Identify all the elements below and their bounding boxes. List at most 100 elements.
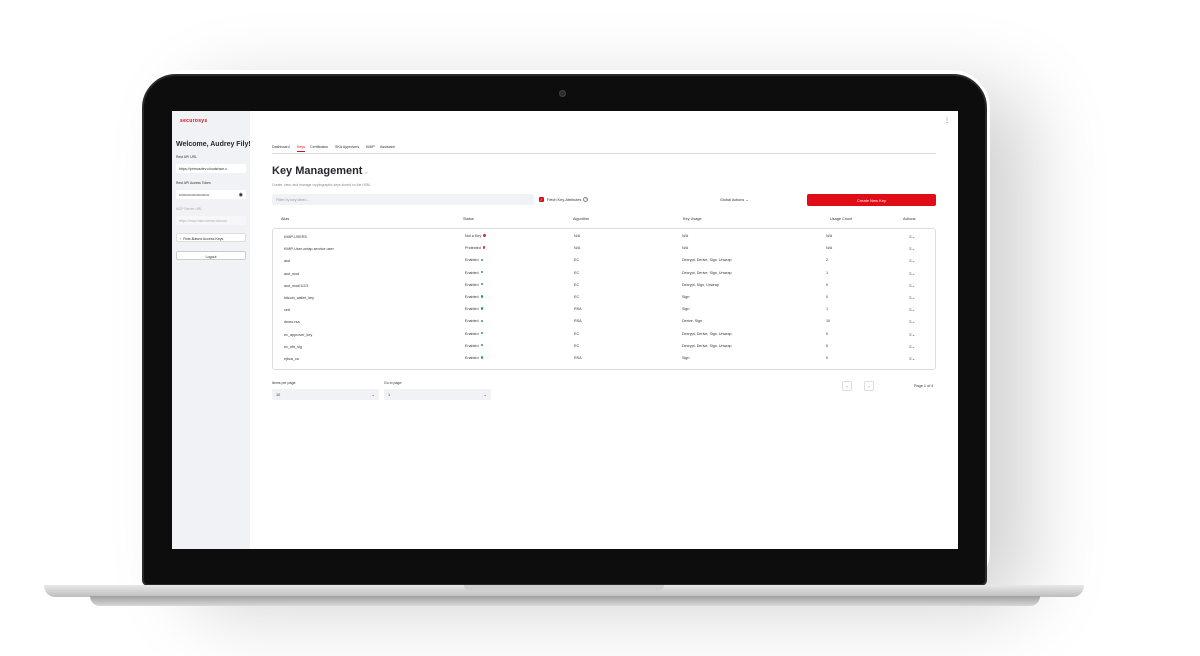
fetch-attributes-label: Fetch Key-Attributes? bbox=[547, 197, 589, 202]
header-status[interactable]: Status bbox=[463, 217, 474, 221]
row-actions-menu-icon[interactable]: ≡⌄ bbox=[909, 307, 915, 313]
cell-status-text: Enabled bbox=[465, 270, 479, 275]
items-per-page-select[interactable]: 10 ⌄ bbox=[272, 389, 379, 400]
row-actions-menu-icon[interactable]: ≡⌄ bbox=[909, 246, 915, 252]
link-icon[interactable]: ∞ bbox=[364, 170, 367, 175]
tab-bar: Dashboard Keys Certificates SKA Approver… bbox=[272, 145, 936, 154]
cell-key-usage-text: N/A bbox=[682, 234, 689, 238]
header-key-usage[interactable]: Key Usage bbox=[683, 217, 702, 221]
cell-key-usage: Derive, Sign bbox=[682, 319, 702, 323]
row-actions-menu-icon[interactable]: ≡⌄ bbox=[909, 258, 915, 264]
create-key-button[interactable]: Create New Key bbox=[807, 194, 936, 206]
cell-algorithm-text: N/A bbox=[574, 234, 581, 238]
more-menu-icon[interactable]: ⋮ bbox=[944, 117, 950, 124]
cell-status: Enabled bbox=[465, 283, 483, 287]
global-actions-dropdown[interactable]: Global Actions ⌄ bbox=[720, 197, 749, 202]
cell-alias-text: ec_approver_key bbox=[284, 332, 313, 337]
cell-algorithm-text: RSA bbox=[574, 319, 582, 324]
cell-alias-text: asd_mod/1/2/3 bbox=[284, 283, 309, 288]
row-actions-menu-icon[interactable]: ≡⌄ bbox=[909, 283, 915, 289]
tab-ska-approvers[interactable]: SKA Approvers bbox=[335, 145, 359, 151]
rest-url-input[interactable]: https://primusdev.cloudshsm.c bbox=[176, 164, 246, 173]
cell-algorithm: N/A bbox=[574, 234, 580, 238]
cell-key-usage: Sign bbox=[682, 295, 689, 299]
cell-status: Protected bbox=[465, 246, 486, 251]
header-alias[interactable]: Alias bbox=[281, 217, 289, 221]
table-row[interactable]: ejbca_ca Enabled RSA Sign 0 ≡⌄ bbox=[273, 353, 937, 365]
table-row[interactable]: asd_mod Enabled EC Decrypt, Derive, Sign, U… bbox=[273, 268, 937, 280]
cell-usage-count: N/A bbox=[826, 246, 832, 250]
cell-usage-count-text: 0 bbox=[826, 295, 829, 299]
eye-icon[interactable]: ◉ bbox=[239, 192, 243, 198]
tab-kmip[interactable]: KMIP bbox=[366, 145, 375, 151]
cell-alias-text: asd_mod bbox=[284, 271, 300, 276]
cell-key-usage-text: Decrypt, Derive, Sign, Unwrap bbox=[682, 270, 732, 275]
row-actions-menu-icon[interactable]: ≡⌄ bbox=[909, 234, 915, 240]
cell-usage-count: 0 bbox=[826, 283, 828, 287]
cell-algorithm-text: EC bbox=[574, 270, 580, 275]
row-actions-menu-icon[interactable]: ≡⌄ bbox=[909, 295, 915, 301]
status-dot-icon bbox=[482, 246, 486, 249]
help-icon[interactable]: ? bbox=[583, 197, 589, 202]
cell-usage-count-text: N/A bbox=[826, 234, 833, 238]
table-row[interactable]: KMIP-User-ontap-service-user Protected N/A… bbox=[273, 243, 937, 255]
cell-key-usage-text: Sign bbox=[682, 356, 690, 360]
cell-usage-count: 10 bbox=[826, 319, 830, 323]
header-usage-count[interactable]: Usage Count bbox=[830, 217, 852, 221]
main-content: Dashboard Keys Certificates SKA Approver… bbox=[272, 111, 936, 549]
tab-keys[interactable]: Keys bbox=[297, 145, 305, 152]
cell-algorithm-text: EC bbox=[574, 282, 580, 287]
prev-page-button[interactable]: ‹ bbox=[842, 381, 852, 391]
cell-status-text: Enabled bbox=[465, 356, 479, 360]
token-input[interactable]: •••••••••••••••••••••••• ◉ bbox=[176, 190, 246, 199]
table-row[interactable]: asd Enabled EC Decrypt, Derive, Sign, Unwra… bbox=[273, 255, 937, 267]
mcp-url-input[interactable]: https://mcp.hsm.server.securo bbox=[176, 216, 246, 225]
go-to-page-select[interactable]: 1 ⌄ bbox=[384, 389, 491, 400]
tab-assistant[interactable]: Assistant bbox=[380, 145, 395, 151]
next-page-button[interactable]: › bbox=[864, 381, 874, 391]
table-row[interactable]: KMIP-USERS Not a Key N/A N/A N/A ≡⌄ bbox=[273, 231, 937, 243]
table-row[interactable]: ec_eth_sig Enabled EC Decrypt, Derive, Sign… bbox=[273, 341, 937, 353]
tab-certificates[interactable]: Certificates bbox=[310, 145, 328, 151]
table-row[interactable]: bitcoin_wallet_key Enabled EC Sign 0 ≡⌄ bbox=[273, 292, 937, 304]
cell-key-usage: Decrypt, Derive, Sign, Unwrap bbox=[682, 271, 732, 275]
cell-alias: ejbca_ca bbox=[284, 357, 299, 361]
status-dot-icon bbox=[480, 356, 483, 359]
fetch-attributes-checkbox[interactable]: ✓ bbox=[539, 197, 544, 202]
row-actions-menu-icon[interactable]: ≡⌄ bbox=[909, 271, 915, 277]
page-info: Page 1 of 4 bbox=[914, 384, 934, 388]
cell-status-text: Protected bbox=[465, 246, 481, 251]
page-description: Create, view, and manage cryptographic k… bbox=[272, 183, 371, 187]
cell-key-usage-text: Decrypt, Sign, Unwrap bbox=[682, 282, 719, 287]
cell-usage-count: 1 bbox=[826, 271, 828, 275]
row-actions-menu-icon[interactable]: ≡⌄ bbox=[909, 319, 915, 325]
global-actions-label: Global Actions bbox=[720, 198, 745, 202]
rbac-expander[interactable]: › Role-Based Access Keys bbox=[176, 233, 246, 242]
cell-alias: asd_mod/1/2/3 bbox=[284, 284, 308, 288]
cell-alias: bitcoin_wallet_key bbox=[284, 296, 314, 300]
page-title-text: Key Management bbox=[272, 165, 363, 177]
logout-button[interactable]: Logout bbox=[176, 251, 246, 260]
cell-status-text: Enabled bbox=[465, 307, 479, 312]
table-row[interactable]: cert Enabled RSA Sign 1 ≡⌄ bbox=[273, 304, 937, 316]
filter-input[interactable]: Filter by key label... bbox=[272, 194, 534, 205]
header-actions: Actions bbox=[903, 217, 916, 221]
cell-usage-count-text: 5 bbox=[826, 343, 829, 348]
cell-alias-text: KMIP-User-ontap-service-user bbox=[284, 247, 334, 252]
table-row[interactable]: asd_mod/1/2/3 Enabled EC Decrypt, Sign, Unw… bbox=[273, 280, 937, 292]
tab-dashboard[interactable]: Dashboard bbox=[272, 145, 290, 151]
row-actions-menu-icon[interactable]: ≡⌄ bbox=[909, 356, 915, 362]
cell-alias-text: cert bbox=[284, 308, 291, 313]
status-dot-icon bbox=[480, 295, 483, 298]
go-to-page-value: 1 bbox=[388, 392, 391, 397]
cell-alias-text: ec_eth_sig bbox=[284, 344, 302, 349]
table-row[interactable]: demo-rsa Enabled RSA Derive, Sign 10 ≡⌄ bbox=[273, 316, 937, 328]
row-actions-menu-icon[interactable]: ≡⌄ bbox=[909, 332, 915, 338]
cell-usage-count: 0 bbox=[826, 332, 828, 336]
cell-status-text: Enabled bbox=[465, 343, 479, 348]
table-row[interactable]: ec_approver_key Enabled EC Decrypt, Derive,… bbox=[273, 329, 937, 341]
cell-usage-count: 0 bbox=[826, 356, 828, 360]
status-dot-icon bbox=[483, 234, 486, 237]
row-actions-menu-icon[interactable]: ≡⌄ bbox=[909, 344, 915, 350]
header-algorithm[interactable]: Algorithm bbox=[573, 217, 589, 221]
